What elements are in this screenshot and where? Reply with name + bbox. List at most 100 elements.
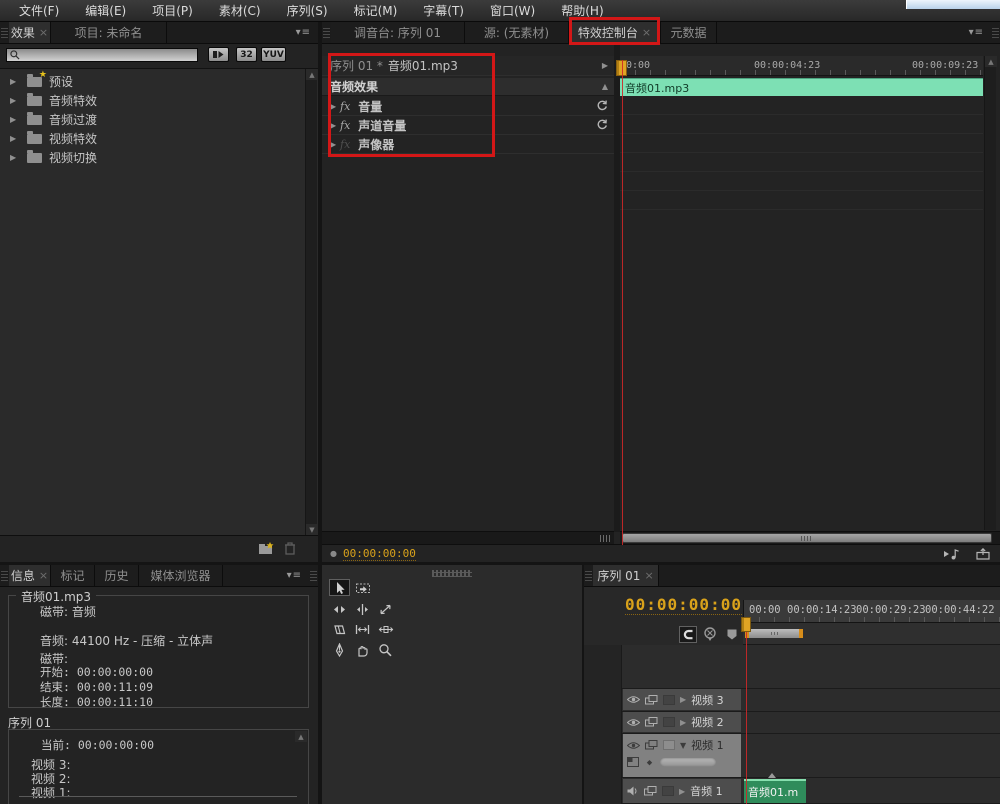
- close-icon[interactable]: ×: [39, 26, 48, 39]
- menu-sequence[interactable]: 序列(S): [274, 0, 341, 22]
- panel-grip[interactable]: [323, 27, 330, 38]
- unnumbered-marker-icon[interactable]: [726, 628, 738, 641]
- menu-file[interactable]: 文件(F): [6, 0, 72, 22]
- timeline-playhead-line[interactable]: [746, 631, 747, 804]
- menu-title[interactable]: 字幕(T): [410, 0, 477, 22]
- tab-metadata[interactable]: 元数据: [661, 22, 717, 43]
- track-lock-slot[interactable]: [663, 717, 675, 727]
- scroll-down-icon[interactable]: ▼: [306, 524, 318, 535]
- menu-clip[interactable]: 素材(C): [206, 0, 274, 22]
- eye-icon[interactable]: [627, 718, 640, 727]
- keyframe-diamond-icon[interactable]: [645, 758, 654, 767]
- close-icon[interactable]: ×: [39, 569, 48, 582]
- show-timeline-view-icon[interactable]: ▶: [602, 61, 608, 70]
- tab-history[interactable]: 历史: [95, 565, 139, 586]
- chevron-right-icon[interactable]: ▶: [10, 115, 20, 124]
- eye-icon[interactable]: [627, 741, 640, 750]
- track-lock-slot[interactable]: [662, 786, 674, 796]
- track-select-tool[interactable]: [352, 579, 373, 596]
- timeline-ruler[interactable]: 00:00 00:00:14:23 00:00:29:23 00:00:44:2…: [743, 600, 1000, 623]
- tab-audio-mixer[interactable]: 调音台: 序列 01: [331, 22, 465, 43]
- ec-left-scroll-track[interactable]: [322, 531, 614, 544]
- chevron-down-icon[interactable]: ▼: [680, 741, 686, 750]
- tree-item-audio-transitions[interactable]: ▶ 音频过渡: [0, 110, 304, 129]
- set-display-style-icon[interactable]: [627, 757, 639, 767]
- chevron-right-icon[interactable]: ▶: [10, 77, 20, 86]
- menu-marker[interactable]: 标记(M): [341, 0, 411, 22]
- reset-icon[interactable]: [596, 119, 608, 131]
- chevron-right-icon[interactable]: ▶: [680, 718, 686, 727]
- accelerated-effects-button[interactable]: [208, 47, 229, 62]
- reset-icon[interactable]: [596, 100, 608, 112]
- keyframe-nav-slider[interactable]: [660, 758, 716, 767]
- scroll-up-icon[interactable]: ▲: [295, 731, 307, 742]
- tree-item-audio-effects[interactable]: ▶ 音频特效: [0, 91, 304, 110]
- hand-tool[interactable]: [352, 641, 373, 658]
- track-header-audio1[interactable]: ▶ 音频 1: [623, 779, 741, 803]
- sync-lock-icon[interactable]: [645, 695, 658, 705]
- panel-grip[interactable]: [1, 570, 8, 581]
- track-lock-slot[interactable]: [663, 695, 675, 705]
- panel-grip[interactable]: [992, 27, 999, 38]
- scroll-grip[interactable]: [600, 535, 610, 542]
- tree-item-video-transitions[interactable]: ▶ 视频切换: [0, 148, 304, 167]
- work-area-bar[interactable]: [745, 629, 803, 638]
- speaker-icon[interactable]: [627, 786, 639, 796]
- razor-tool[interactable]: [329, 621, 350, 638]
- keyframe-dot-icon[interactable]: ●: [330, 549, 337, 558]
- delete-icon[interactable]: [284, 542, 296, 555]
- panel-menu-icon[interactable]: ▾≡: [289, 22, 318, 43]
- panel-grip[interactable]: [310, 570, 317, 581]
- ripple-edit-tool[interactable]: [329, 601, 350, 618]
- ec-ruler[interactable]: 0:00 00:00:04:23 00:00:09:23: [620, 56, 983, 76]
- menu-edit[interactable]: 编辑(E): [72, 0, 139, 22]
- sync-lock-icon[interactable]: [645, 717, 658, 727]
- chevron-right-icon[interactable]: ▶: [10, 96, 20, 105]
- panel-grip[interactable]: [1, 27, 8, 38]
- tab-source-monitor[interactable]: 源: (无素材): [465, 22, 569, 43]
- scroll-up-icon[interactable]: ▲: [306, 69, 318, 80]
- tree-item-presets[interactable]: ▶ ★ 预设: [0, 72, 304, 91]
- track-lock-slot[interactable]: [663, 740, 675, 750]
- chevron-right-icon[interactable]: ▶: [680, 695, 686, 704]
- close-icon[interactable]: ×: [644, 569, 653, 582]
- timeline-current-timecode[interactable]: 00:00:00:00: [625, 595, 742, 615]
- play-audio-icon[interactable]: [943, 548, 960, 560]
- rate-stretch-tool[interactable]: [375, 601, 396, 618]
- ec-hscrollbar[interactable]: [620, 531, 1000, 544]
- zoom-tool[interactable]: [375, 641, 396, 658]
- chevron-right-icon[interactable]: ▶: [10, 134, 20, 143]
- tab-info[interactable]: 信息 ×: [9, 565, 51, 586]
- tree-item-video-effects[interactable]: ▶ 视频特效: [0, 129, 304, 148]
- timeline-playhead-marker[interactable]: [741, 617, 751, 632]
- sync-lock-icon[interactable]: [645, 740, 658, 750]
- eye-icon[interactable]: [627, 695, 640, 704]
- tab-sequence-01[interactable]: 序列 01 ×: [593, 565, 659, 586]
- ec-hscroll-thumb[interactable]: [622, 533, 992, 543]
- snap-toggle[interactable]: [679, 626, 697, 643]
- slip-tool[interactable]: [352, 621, 373, 638]
- work-area-strip[interactable]: [743, 623, 1000, 645]
- tab-markers[interactable]: 标记: [51, 565, 95, 586]
- collapse-section-icon[interactable]: ▲: [602, 82, 608, 91]
- selection-tool[interactable]: [329, 579, 350, 596]
- sync-lock-icon[interactable]: [644, 786, 657, 796]
- tab-project[interactable]: 项目: 未命名: [51, 22, 167, 43]
- encore-chapter-marker-icon[interactable]: [703, 627, 717, 642]
- menu-project[interactable]: 项目(P): [139, 0, 206, 22]
- scroll-up-icon[interactable]: ▲: [985, 56, 997, 67]
- bit-depth-32-button[interactable]: 32: [236, 47, 257, 62]
- panel-grip[interactable]: [585, 570, 592, 581]
- ec-current-timecode[interactable]: 00:00:00:00: [343, 547, 416, 561]
- chevron-right-icon[interactable]: ▶: [10, 153, 20, 162]
- new-custom-bin-icon[interactable]: [258, 542, 275, 555]
- panel-menu-icon[interactable]: ▾≡: [280, 565, 309, 586]
- menu-window[interactable]: 窗口(W): [477, 0, 548, 22]
- panel-grip[interactable]: [432, 570, 472, 577]
- chevron-right-icon[interactable]: ▶: [679, 787, 685, 796]
- export-icon[interactable]: [976, 548, 990, 560]
- tab-effects[interactable]: 效果 ×: [9, 22, 51, 43]
- yuv-button[interactable]: YUV: [261, 47, 286, 62]
- track-header-video3[interactable]: ▶ 视频 3: [623, 689, 741, 710]
- slide-tool[interactable]: [375, 621, 396, 638]
